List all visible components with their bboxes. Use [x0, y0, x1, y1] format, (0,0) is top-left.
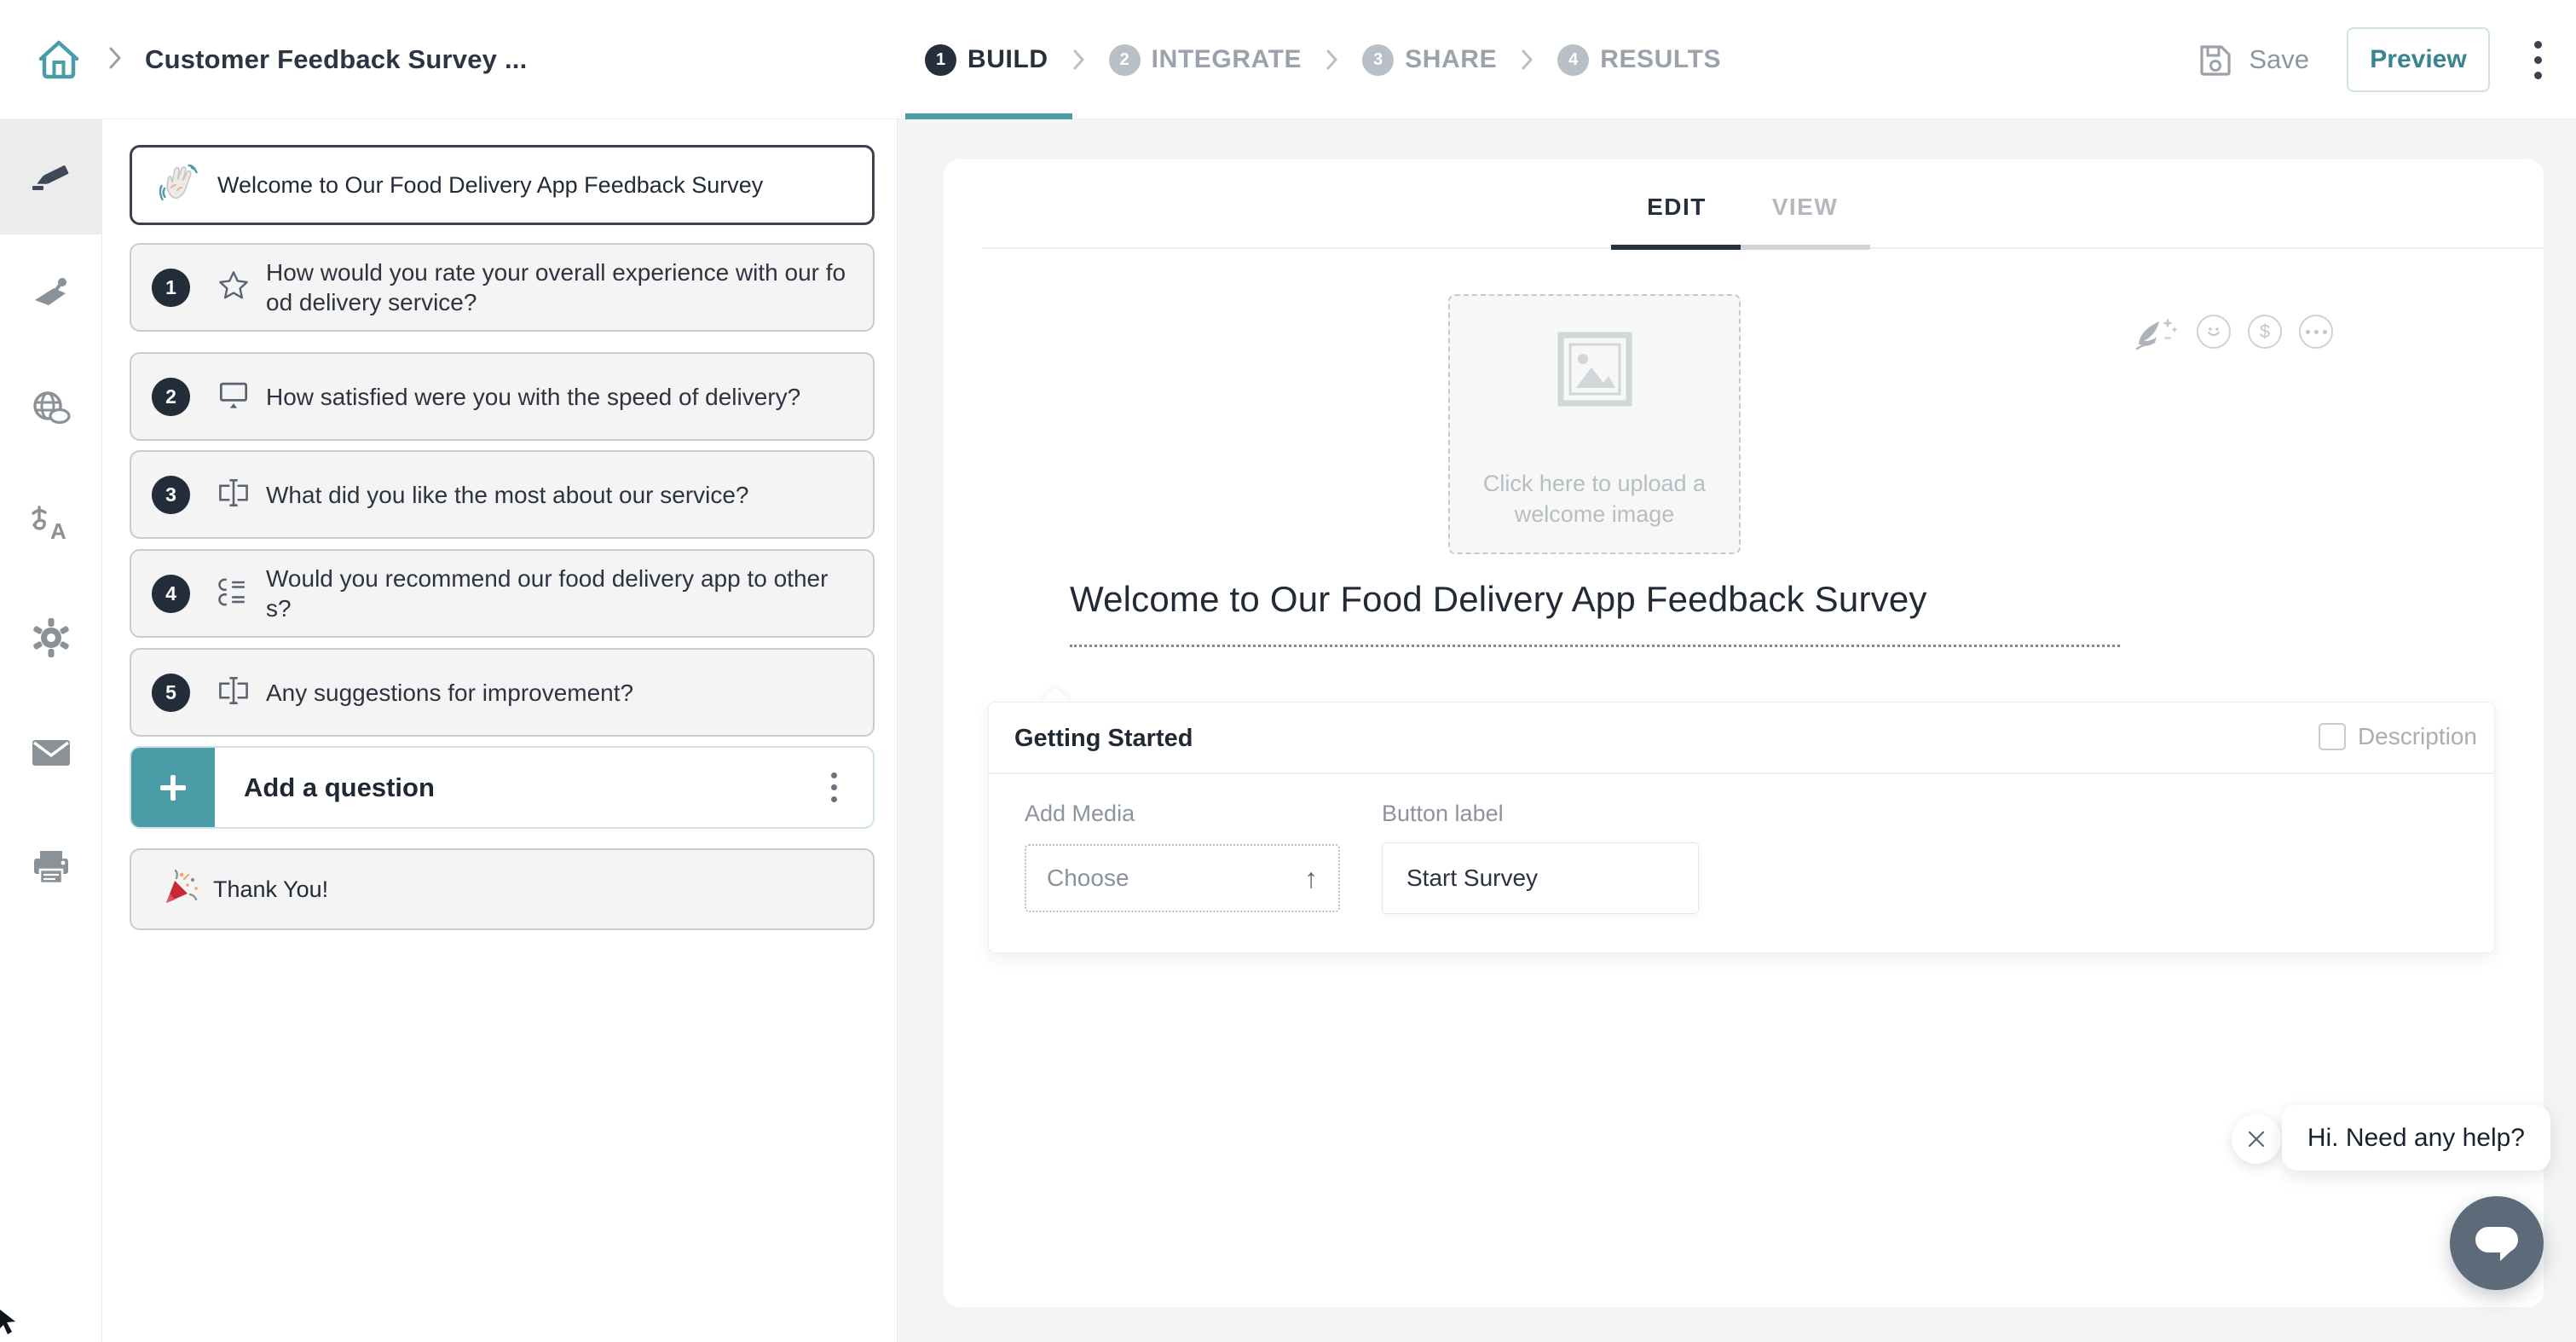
add-question-label: Add a question [244, 772, 435, 803]
svg-text:A: A [50, 518, 66, 542]
button-label-input[interactable] [1382, 842, 1699, 914]
globe-icon [29, 388, 73, 427]
mouse-cursor [0, 1310, 22, 1342]
question-card-2[interactable]: 2 How satisfied were you with the speed … [130, 352, 875, 441]
design-trowel-icon [30, 273, 72, 312]
variable-dollar-icon[interactable]: $ [2248, 315, 2282, 349]
chat-greeting-bubble[interactable]: Hi. Need any help? [2282, 1105, 2550, 1171]
step-integrate[interactable]: 2 INTEGRATE [1109, 44, 1302, 76]
sidebar-item-design[interactable] [0, 234, 102, 350]
tab-view[interactable]: VIEW [1752, 194, 1858, 221]
add-question-button[interactable]: Add a question [130, 746, 875, 829]
save-floppy-icon [2196, 40, 2235, 79]
step-share[interactable]: 3 SHARE [1362, 44, 1497, 76]
gear-icon [30, 616, 72, 659]
upload-arrow-icon: ↑ [1304, 863, 1318, 894]
text-input-icon [215, 672, 252, 714]
step-results[interactable]: 4 RESULTS [1557, 44, 1721, 76]
step-chevron-icon [1521, 49, 1533, 71]
breadcrumb-chevron-icon [107, 45, 123, 75]
home-icon[interactable] [32, 36, 85, 84]
more-options-kebab-icon[interactable] [2527, 34, 2549, 86]
question-list-panel: Welcome to Our Food Delivery App Feedbac… [102, 119, 898, 1342]
description-label: Description [2358, 723, 2477, 750]
question-text: Any suggestions for improvement? [266, 678, 852, 708]
question-number-badge: 5 [152, 674, 190, 712]
save-button[interactable]: Save [2196, 40, 2309, 79]
chat-bubble-icon [2472, 1222, 2521, 1264]
question-card-4[interactable]: 4 Would you recommend our food delivery … [130, 549, 875, 638]
getting-started-card: Getting Started Description Add Media Bu… [988, 702, 2495, 953]
translate-icon: A [28, 503, 74, 542]
chat-dismiss-button[interactable] [2232, 1114, 2281, 1164]
add-media-choose-dropdown[interactable]: Choose ↑ [1025, 844, 1340, 912]
question-number-badge: 2 [152, 378, 190, 416]
choose-label: Choose [1047, 865, 1129, 892]
printer-icon [30, 848, 72, 888]
tab-edit-underline [1611, 245, 1741, 250]
question-number-badge: 3 [152, 476, 190, 514]
sidebar-item-print[interactable] [0, 810, 102, 925]
question-text: How would you rate your overall experien… [266, 257, 852, 317]
step-chevron-icon [1072, 49, 1085, 71]
plus-icon [157, 772, 189, 804]
multiple-choice-icon [215, 573, 252, 615]
question-card-1[interactable]: 1 How would you rate your overall experi… [130, 243, 875, 332]
title-dotted-underline [1070, 613, 2120, 647]
step-chevron-icon [1326, 49, 1338, 71]
welcome-image-upload[interactable]: Click here to upload a welcome image [1448, 294, 1741, 554]
button-label-label: Button label [1382, 801, 1504, 827]
welcome-card-label: Welcome to Our Food Delivery App Feedbac… [217, 172, 763, 199]
add-media-label: Add Media [1025, 801, 1135, 827]
left-icon-rail: A [0, 119, 102, 1342]
tab-view-underline [1741, 245, 1870, 250]
image-placeholder-icon [1556, 332, 1634, 407]
question-text: What did you like the most about our ser… [266, 480, 852, 510]
question-text: Would you recommend our food delivery ap… [266, 564, 852, 623]
sidebar-item-build[interactable] [0, 119, 102, 234]
sidebar-item-settings[interactable] [0, 580, 102, 695]
close-icon [2246, 1129, 2267, 1149]
pencil-icon [29, 159, 73, 196]
breadcrumb[interactable]: Customer Feedback Survey ... [145, 44, 527, 75]
step-build[interactable]: 1 BUILD [925, 44, 1048, 76]
party-popper-emoji-icon [162, 868, 201, 911]
envelope-icon [30, 737, 72, 769]
thank-you-card[interactable]: Thank You! [130, 848, 875, 930]
question-text: How satisfied were you with the speed of… [266, 382, 852, 412]
chat-greeting-text: Hi. Need any help? [2307, 1124, 2525, 1153]
sidebar-item-email[interactable] [0, 695, 102, 810]
add-question-kebab-icon[interactable] [831, 772, 837, 802]
tab-edit[interactable]: EDIT [1626, 194, 1728, 221]
wizard-steps: 1 BUILD 2 INTEGRATE 3 SHARE 4 RESULTS [925, 0, 1721, 119]
sidebar-item-web[interactable] [0, 350, 102, 465]
welcome-screen-card[interactable]: Welcome to Our Food Delivery App Feedbac… [130, 145, 875, 225]
more-ellipsis-icon[interactable] [2299, 315, 2333, 349]
star-rating-icon [215, 267, 252, 309]
question-number-badge: 1 [152, 269, 190, 307]
preview-button[interactable]: Preview [2347, 27, 2490, 92]
upload-hint-text: Click here to upload a welcome image [1473, 468, 1717, 530]
top-header: Customer Feedback Survey ... 1 BUILD 2 I… [0, 0, 2576, 119]
description-checkbox[interactable] [2319, 723, 2346, 750]
opinion-scale-icon [215, 376, 252, 418]
getting-started-header: Getting Started Description [989, 703, 2494, 774]
text-input-icon [215, 474, 252, 516]
thank-you-label: Thank You! [213, 876, 328, 903]
active-step-underline [905, 113, 1072, 119]
ai-quill-icon[interactable] [2134, 311, 2180, 352]
question-card-5[interactable]: 5 Any suggestions for improvement? [130, 648, 875, 737]
waving-hand-emoji-icon [159, 162, 202, 209]
question-number-badge: 4 [152, 575, 190, 613]
sidebar-item-language[interactable]: A [0, 465, 102, 580]
question-card-3[interactable]: 3 What did you like the most about our s… [130, 450, 875, 539]
emoji-picker-icon[interactable] [2197, 315, 2231, 349]
chat-launcher-button[interactable] [2450, 1196, 2544, 1290]
getting-started-heading: Getting Started [1014, 725, 1193, 753]
